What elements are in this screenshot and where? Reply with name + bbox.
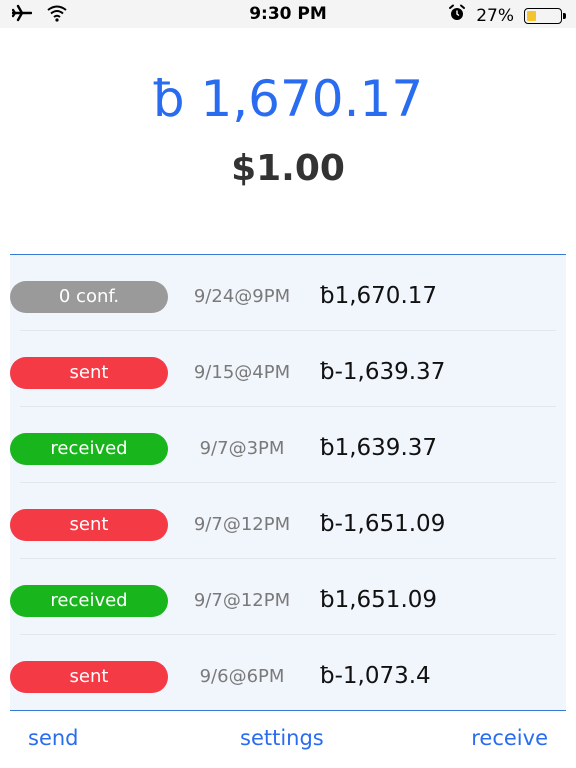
transaction-amount: ƀ1,651.09: [320, 587, 438, 613]
settings-button[interactable]: settings: [240, 726, 324, 750]
transaction-amount: ƀ-1,073.4: [320, 663, 431, 689]
battery-percent: 27%: [476, 5, 514, 26]
bottom-tab-bar: send settings receive: [0, 712, 576, 768]
transaction-date: 9/7@12PM: [193, 590, 291, 611]
status-bar: 9:30 PM 27%: [0, 0, 576, 28]
transaction-date: 9/24@9PM: [193, 286, 291, 307]
transaction-row[interactable]: received 9/7@3PM ƀ1,639.37: [10, 407, 566, 483]
transaction-amount: ƀ1,639.37: [320, 435, 438, 461]
transaction-date: 9/15@4PM: [193, 362, 291, 383]
transaction-row[interactable]: received 9/7@12PM ƀ1,651.09: [10, 559, 566, 635]
transaction-date: 9/7@12PM: [193, 514, 291, 535]
status-badge: received: [10, 433, 168, 465]
btc-balance: ƀ 1,670.17: [152, 70, 424, 128]
status-right: 27%: [448, 4, 566, 27]
transaction-amount: ƀ1,670.17: [320, 283, 438, 309]
transaction-list[interactable]: 0 conf. 9/24@9PM ƀ1,670.17 sent 9/15@4PM…: [10, 254, 566, 711]
transaction-amount: ƀ-1,651.09: [320, 511, 446, 537]
transaction-row[interactable]: sent 9/15@4PM ƀ-1,639.37: [10, 331, 566, 407]
alarm-icon: [448, 4, 466, 27]
transaction-row[interactable]: sent 9/7@12PM ƀ-1,651.09: [10, 483, 566, 559]
transaction-row[interactable]: 0 conf. 9/24@9PM ƀ1,670.17: [10, 255, 566, 331]
send-button[interactable]: send: [28, 726, 79, 750]
transaction-amount: ƀ-1,639.37: [320, 359, 446, 385]
status-badge: sent: [10, 357, 168, 389]
transaction-date: 9/6@6PM: [199, 666, 285, 687]
status-badge: sent: [10, 509, 168, 541]
receive-button[interactable]: receive: [471, 726, 548, 750]
status-badge: 0 conf.: [10, 281, 168, 313]
status-badge: sent: [10, 661, 168, 693]
transaction-date: 9/7@3PM: [199, 438, 285, 459]
battery-icon: [524, 7, 566, 24]
transaction-row[interactable]: sent 9/6@6PM ƀ-1,073.4: [10, 635, 566, 711]
usd-balance: $1.00: [231, 148, 345, 189]
status-badge: received: [10, 585, 168, 617]
